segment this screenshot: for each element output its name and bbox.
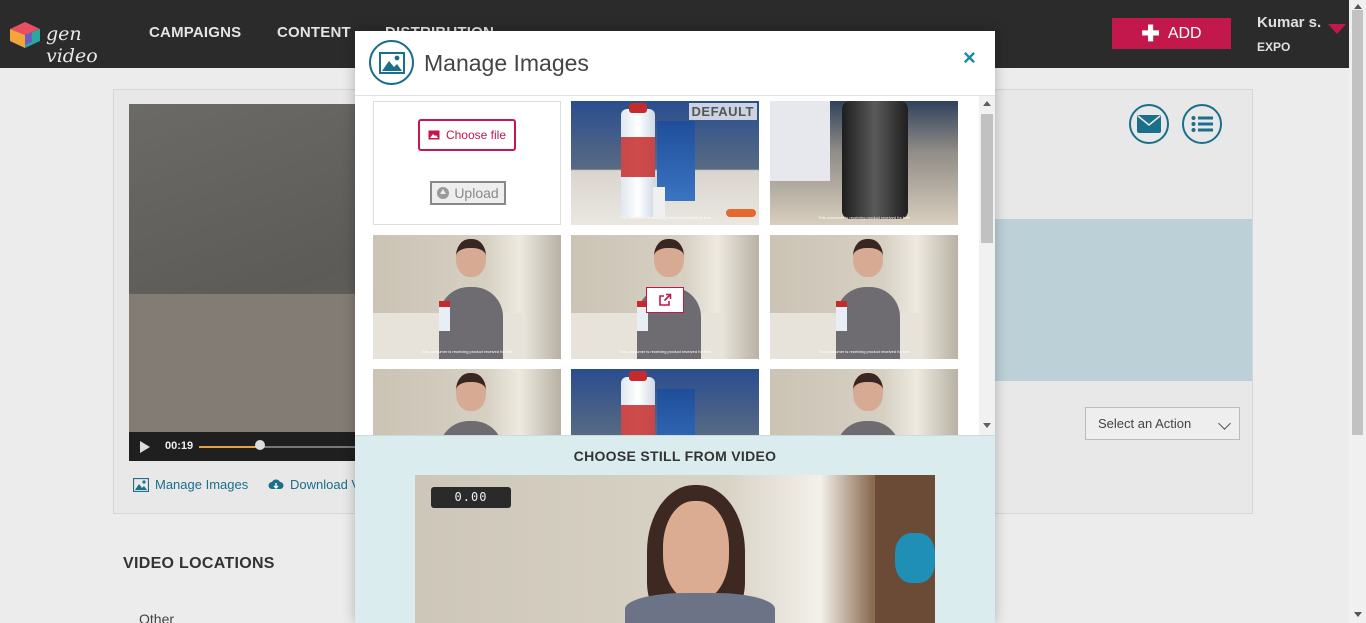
cube-logo-icon xyxy=(10,22,40,48)
video-controls: 00:19 xyxy=(129,432,359,461)
bottle-label-graphic xyxy=(621,405,655,435)
download-video-link[interactable]: Download V xyxy=(268,477,360,492)
chevron-down-icon xyxy=(1218,417,1231,430)
gallery-thumbnail[interactable]: This consumer is receiving product recei… xyxy=(770,101,958,225)
brand-logo[interactable]: gen video xyxy=(10,20,130,67)
download-video-label: Download V xyxy=(290,477,361,492)
person-face-graphic xyxy=(663,501,729,601)
choose-file-button[interactable]: Choose file xyxy=(418,119,516,151)
scroll-up-arrow-icon[interactable] xyxy=(983,101,991,106)
still-video-player[interactable]: 0.00 xyxy=(415,475,935,623)
brand-name: gen video xyxy=(46,23,98,67)
gallery-thumbnail[interactable]: This consumer is receiving product recei… xyxy=(571,101,759,225)
page-scrollbar-thumb[interactable] xyxy=(1352,10,1363,435)
image-icon xyxy=(133,477,149,492)
list-icon xyxy=(1191,116,1213,132)
user-menu[interactable]: Kumar s. EXPO xyxy=(1257,14,1321,54)
gallery-thumbnail[interactable] xyxy=(373,369,561,435)
manage-images-label: Manage Images xyxy=(155,477,249,492)
scroll-down-arrow-icon[interactable] xyxy=(983,423,991,428)
gallery-thumbnail[interactable] xyxy=(770,369,958,435)
video-seekbar-handle[interactable] xyxy=(254,440,265,450)
video-seekbar[interactable] xyxy=(199,446,359,448)
select-action-value: Select an Action xyxy=(1098,416,1192,431)
product-box-graphic xyxy=(657,389,695,435)
gallery-scrollbar[interactable] xyxy=(979,96,995,435)
still-timecode: 0.00 xyxy=(431,487,511,508)
upload-label: Upload xyxy=(454,185,499,201)
bottle-graphic xyxy=(439,301,450,331)
thumbnail-caption: This consumer is receiving product recei… xyxy=(619,349,711,354)
gallery-thumbnail[interactable]: This consumer is receiving product recei… xyxy=(571,235,759,359)
modal-header-icon xyxy=(369,40,414,85)
modal-header: Manage Images × xyxy=(355,31,995,96)
gallery-thumbnail[interactable]: This consumer is receiving product recei… xyxy=(770,235,958,359)
person-body-graphic xyxy=(836,421,900,435)
open-image-button[interactable] xyxy=(646,287,684,313)
nav-content[interactable]: CONTENT xyxy=(277,24,351,41)
bottle-label-graphic xyxy=(621,137,655,177)
person-scarf-graphic xyxy=(625,593,775,623)
select-action-dropdown[interactable]: Select an Action xyxy=(1085,407,1240,440)
choose-file-label: Choose file xyxy=(445,128,507,142)
image-icon xyxy=(378,51,405,74)
add-button-label: ADD xyxy=(1167,24,1202,42)
location-item-other[interactable]: Other xyxy=(139,611,174,623)
person-body-graphic xyxy=(439,421,503,435)
gallery-scrollbar-thumb[interactable] xyxy=(981,114,993,243)
play-icon[interactable] xyxy=(140,441,150,453)
user-name: Kumar s. xyxy=(1257,14,1322,31)
list-button[interactable] xyxy=(1182,104,1222,144)
external-link-icon xyxy=(659,293,672,306)
email-button[interactable] xyxy=(1129,104,1169,144)
scroll-down-arrow-icon[interactable] xyxy=(1354,612,1362,617)
plus-icon: ✚ xyxy=(1141,20,1160,46)
thumbnail-caption: This consumer is receiving product recei… xyxy=(421,349,513,354)
label-graphic xyxy=(770,101,830,181)
gallery-thumbnail[interactable]: This consumer is receiving product recei… xyxy=(373,235,561,359)
bottle-graphic xyxy=(836,301,847,331)
person-head-graphic xyxy=(853,373,883,411)
bottle-closeup-graphic xyxy=(842,101,908,219)
video-seekbar-fill xyxy=(199,446,260,448)
choose-still-title: CHOOSE STILL FROM VIDEO xyxy=(573,448,777,464)
person-head-graphic xyxy=(456,373,486,411)
video-locations-heading: VIDEO LOCATIONS xyxy=(123,555,275,572)
image-gallery: Choose file Upload This consumer is rece… xyxy=(355,96,995,435)
person-head-graphic xyxy=(853,239,883,277)
close-icon[interactable]: × xyxy=(963,47,976,69)
thumbnail-caption: This consumer is receiving product recei… xyxy=(818,349,910,354)
cloud-download-icon xyxy=(268,479,284,489)
thumbnail-caption: This consumer is receiving product recei… xyxy=(619,215,711,220)
gallery-thumbnail[interactable] xyxy=(571,369,759,435)
thumbnail-caption: This consumer is receiving product recei… xyxy=(818,215,910,220)
add-button[interactable]: ✚ ADD xyxy=(1112,18,1231,49)
upload-button[interactable]: Upload xyxy=(430,181,506,205)
choose-still-section: CHOOSE STILL FROM VIDEO 0.00 xyxy=(355,435,995,623)
person-head-graphic xyxy=(456,239,486,277)
video-player[interactable] xyxy=(129,104,359,461)
image-icon xyxy=(428,130,440,140)
video-time: 00:19 xyxy=(165,440,194,452)
upload-circle-icon xyxy=(437,187,450,199)
nav-campaigns[interactable]: CAMPAIGNS xyxy=(149,24,241,41)
caret-down-icon[interactable] xyxy=(1328,24,1346,34)
info-panel xyxy=(995,219,1252,381)
person-head-graphic xyxy=(654,239,684,277)
envelope-icon xyxy=(1137,115,1161,133)
modal-title: Manage Images xyxy=(424,50,589,76)
page-scrollbar[interactable] xyxy=(1349,0,1366,623)
manage-images-link[interactable]: Manage Images xyxy=(133,477,248,492)
default-badge: DEFAULT xyxy=(688,103,757,120)
blue-object-graphic xyxy=(895,533,935,583)
scroll-up-arrow-icon[interactable] xyxy=(1354,4,1362,9)
manage-images-modal: Manage Images × Choose file Upload This … xyxy=(355,31,995,623)
small-bottle-graphic xyxy=(653,187,665,217)
user-org: EXPO xyxy=(1257,40,1291,54)
upload-tile: Choose file Upload xyxy=(373,101,561,225)
